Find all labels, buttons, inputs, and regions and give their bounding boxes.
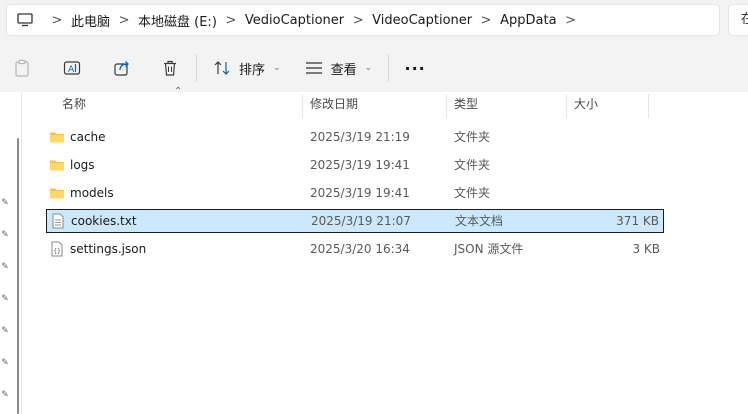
pin-icon: ✎ <box>1 198 9 208</box>
delete-button[interactable] <box>152 50 188 86</box>
file-list: ⌃ 名称 修改日期 类型 大小 cache 2025/3/19 21:19 文件… <box>22 86 748 414</box>
column-header-size[interactable]: 大小 <box>566 92 648 120</box>
toolbar-divider <box>388 54 390 82</box>
file-row-cache[interactable]: cache 2025/3/19 21:19 文件夹 <box>46 126 664 148</box>
file-date: 2025/3/19 21:19 <box>310 130 410 144</box>
file-type: 文件夹 <box>454 130 491 144</box>
file-name: cache <box>70 130 106 144</box>
sort-button[interactable]: 排序 ⌄ <box>205 50 289 86</box>
pin-icon: ✎ <box>1 294 9 304</box>
file-row-models[interactable]: models 2025/3/19 19:41 文件夹 <box>46 182 664 204</box>
column-header-name[interactable]: 名称 <box>54 92 302 120</box>
file-name: logs <box>70 158 95 172</box>
folder-icon <box>50 132 64 143</box>
file-row-settings-json[interactable]: {} settings.json 2025/3/20 16:34 JSON 源文… <box>46 238 664 260</box>
sort-label: 排序 <box>239 62 266 78</box>
file-date: 2025/3/19 19:41 <box>310 158 410 172</box>
pin-icon: ✎ <box>1 262 9 272</box>
file-type: 文本文档 <box>455 214 504 228</box>
chevron-right-icon[interactable]: > <box>472 13 500 28</box>
trash-icon <box>164 60 176 76</box>
more-options-button[interactable]: ··· <box>397 50 433 86</box>
computer-icon[interactable] <box>7 13 43 27</box>
pin-icon: ✎ <box>1 390 9 400</box>
file-name: settings.json <box>70 242 147 256</box>
file-size: 371 KB <box>616 214 659 228</box>
more-icon: ··· <box>404 58 426 78</box>
file-type: 文件夹 <box>454 186 491 200</box>
file-name: cookies.txt <box>71 214 137 228</box>
folder-icon <box>50 160 64 171</box>
toolbar-divider <box>196 54 197 82</box>
share-button[interactable] <box>104 50 140 86</box>
command-bar: A 排序 ⌄ 查看 ⌄ ··· <box>0 44 748 92</box>
column-header-row: ⌃ 名称 修改日期 类型 大小 <box>22 86 748 120</box>
breadcrumb-videocaptioner[interactable]: VideoCaptioner <box>372 13 472 28</box>
chevron-right-icon[interactable]: > <box>557 13 585 28</box>
rename-button[interactable]: A <box>54 50 90 86</box>
pin-icon: ✎ <box>1 230 9 240</box>
file-name: models <box>70 186 114 200</box>
breadcrumb-local-disk[interactable]: 本地磁盘 (E:) <box>138 11 217 30</box>
rename-icon: A <box>63 61 81 75</box>
breadcrumb: > 此电脑 > 本地磁盘 (E:) > VedioCaptioner > Vid… <box>43 11 585 30</box>
json-file-icon: {} <box>51 241 63 257</box>
breadcrumb-this-pc[interactable]: 此电脑 <box>71 11 110 30</box>
column-divider[interactable] <box>648 94 649 118</box>
file-type: JSON 源文件 <box>454 242 524 256</box>
scrollbar[interactable] <box>17 138 19 414</box>
svg-text:A: A <box>68 65 75 75</box>
file-size: 3 KB <box>632 242 660 256</box>
pin-icon: ✎ <box>1 326 9 336</box>
svg-text:{}: {} <box>53 248 61 255</box>
column-header-type[interactable]: 类型 <box>446 92 566 120</box>
file-date: 2025/3/19 21:07 <box>311 214 411 228</box>
column-header-date[interactable]: 修改日期 <box>302 92 446 120</box>
address-bar[interactable]: > 此电脑 > 本地磁盘 (E:) > VedioCaptioner > Vid… <box>6 4 720 36</box>
folder-icon <box>50 188 64 199</box>
file-date: 2025/3/20 16:34 <box>310 242 410 256</box>
text-file-icon <box>52 213 64 229</box>
sort-icon <box>214 61 230 75</box>
view-icon <box>305 62 322 74</box>
file-row-logs[interactable]: logs 2025/3/19 19:41 文件夹 <box>46 154 664 176</box>
chevron-right-icon[interactable]: > <box>110 13 138 28</box>
chevron-down-icon: ⌄ <box>273 63 281 73</box>
file-date: 2025/3/19 19:41 <box>310 186 410 200</box>
chevron-right-icon[interactable]: > <box>344 13 372 28</box>
view-label: 查看 <box>330 62 357 78</box>
paste-icon <box>15 59 29 77</box>
view-button[interactable]: 查看 ⌄ <box>297 50 381 86</box>
chevron-right-icon[interactable]: > <box>43 13 71 28</box>
breadcrumb-appdata[interactable]: AppData <box>500 13 556 28</box>
file-type: 文件夹 <box>454 158 491 172</box>
chevron-down-icon: ⌄ <box>364 63 373 73</box>
chevron-right-icon[interactable]: > <box>217 13 245 28</box>
file-row-cookies-txt[interactable]: cookies.txt 2025/3/19 21:07 文本文档 371 KB <box>46 209 664 233</box>
paste-button[interactable] <box>4 50 40 86</box>
share-icon <box>114 61 129 76</box>
breadcrumb-vediocaptioner[interactable]: VedioCaptioner <box>245 13 344 28</box>
search-box[interactable]: 在 <box>728 4 748 36</box>
pin-icon: ✎ <box>1 358 9 368</box>
